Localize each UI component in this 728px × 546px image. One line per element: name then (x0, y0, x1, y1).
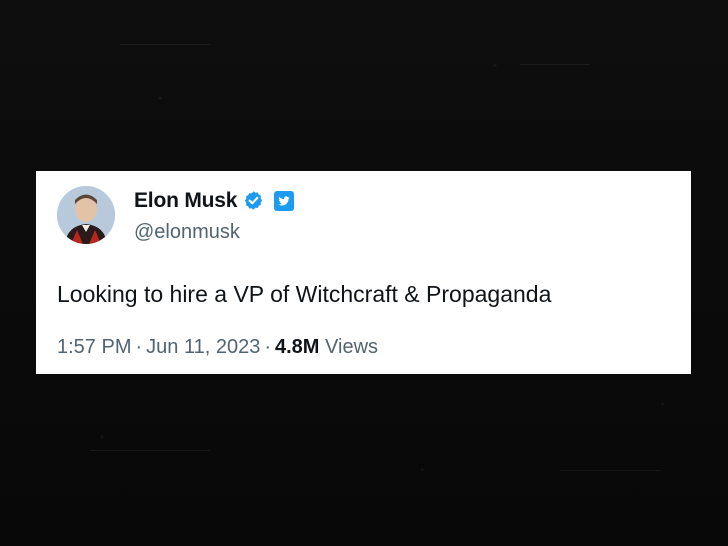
backdrop-scratch (90, 450, 210, 451)
tweet-card[interactable]: Elon Musk @elonmusk Looking to hire a VP… (36, 171, 691, 374)
backdrop-scratch (560, 470, 660, 471)
tweet-author-row: Elon Musk (134, 190, 295, 211)
avatar[interactable] (57, 186, 115, 244)
views-count[interactable]: 4.8M (275, 336, 319, 358)
tweet-time[interactable]: 1:57 PM (57, 336, 131, 358)
views-label[interactable]: Views (325, 336, 378, 358)
twitter-bird-icon (274, 190, 295, 211)
tweet-text: Looking to hire a VP of Witchcraft & Pro… (57, 281, 552, 307)
meta-separator: · (135, 336, 143, 358)
tweet-meta: 1:57 PM · Jun 11, 2023 · 4.8M Views (57, 337, 378, 357)
display-name[interactable]: Elon Musk (134, 190, 237, 211)
backdrop-scratch (120, 44, 210, 45)
verified-badge-icon (243, 190, 264, 211)
user-handle[interactable]: @elonmusk (134, 222, 240, 242)
tweet-date[interactable]: Jun 11, 2023 (146, 336, 260, 358)
meta-separator: · (264, 336, 271, 358)
profile-avatar-image (57, 186, 115, 244)
backdrop-scratch (520, 64, 590, 65)
